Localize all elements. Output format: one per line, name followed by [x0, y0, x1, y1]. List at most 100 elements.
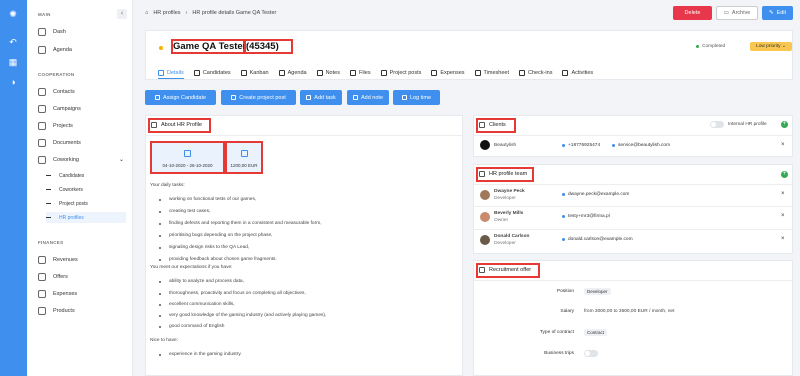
create-project-post-button[interactable]: Create project post	[221, 90, 296, 105]
sidebar-item-label: Projects	[53, 122, 73, 129]
member-role: Developer	[494, 196, 516, 201]
edit-button[interactable]: ✎ Edit	[762, 6, 793, 20]
post-icon	[380, 70, 387, 76]
tab-details[interactable]: Details	[158, 67, 184, 79]
tab-expenses[interactable]: Expenses	[431, 67, 465, 79]
phone-icon	[562, 144, 565, 147]
salary-value: from 3000,00 to 3500,00 EUR / month, net	[584, 309, 675, 314]
member-email[interactable]: testy+mr3@firma.pl	[562, 214, 610, 219]
remove-member-icon[interactable]: ×	[781, 213, 785, 219]
sidebar-item-projects[interactable]: Projects	[38, 120, 124, 131]
sidebar-item-agenda[interactable]: Agenda	[38, 44, 124, 55]
sidebar-subitem-coworkers[interactable]: Coworkers	[46, 184, 126, 195]
add-team-member-icon[interactable]: +	[781, 171, 788, 178]
sidebar-section-finances: FINANCES	[38, 240, 64, 245]
client-email-text: service@beautylish.com	[618, 143, 671, 148]
add-client-icon[interactable]: +	[781, 121, 788, 128]
team-title-label: HR profile team	[489, 171, 528, 177]
sidebar-item-documents[interactable]: Documents	[38, 137, 124, 148]
delete-button[interactable]: Delete	[673, 6, 712, 20]
team-section-title: HR profile team	[479, 171, 527, 177]
list-item-text: providing feedback about chosen game fra…	[169, 257, 277, 262]
tab-check-ins[interactable]: Check-ins	[519, 67, 552, 79]
sidebar-item-campaigns[interactable]: Campaigns	[38, 103, 124, 114]
breadcrumb-root[interactable]: HR profiles	[153, 10, 180, 16]
avatar	[480, 235, 490, 245]
remove-member-icon[interactable]: ×	[781, 191, 785, 197]
email-icon	[562, 215, 565, 218]
sidebar-item-revenues[interactable]: Revenues	[38, 254, 124, 265]
add-note-button[interactable]: Add note	[347, 90, 389, 105]
client-logo	[480, 140, 490, 150]
member-email[interactable]: donald.carlson@example.com	[562, 237, 633, 242]
list-item: finding defects and reporting them in a …	[159, 221, 322, 226]
member-email[interactable]: dwayne.peck@example.com	[562, 192, 629, 197]
chart-icon[interactable]: ◑	[7, 76, 19, 88]
expenses-icon	[38, 289, 46, 298]
log-time-button[interactable]: Log time	[393, 90, 440, 105]
archive-icon: ▭	[723, 10, 729, 16]
archive-button[interactable]: ▭ Archive	[716, 6, 758, 20]
client-name[interactable]: Beautylish	[494, 143, 516, 148]
sidebar-item-label: Expenses	[53, 290, 78, 297]
logo-icon[interactable]: ✺	[7, 8, 19, 20]
tab-candidates[interactable]: Candidates	[193, 67, 231, 79]
tab-notes[interactable]: Notes	[316, 67, 340, 79]
assign-candidate-button[interactable]: Assign Candidate	[145, 90, 216, 105]
remove-client-icon[interactable]: ×	[781, 142, 785, 148]
action-label: Assign Candidate	[162, 94, 207, 101]
sidebar-item-expenses[interactable]: Expenses	[38, 288, 124, 299]
action-label: Add note	[360, 94, 384, 101]
tab-kanban[interactable]: Kanban	[240, 67, 269, 79]
member-email-text: testy+mr3@firma.pl	[568, 214, 610, 219]
list-item-text: good command of English	[169, 324, 225, 329]
home-icon[interactable]: ⌂	[145, 10, 148, 16]
note-icon	[316, 70, 323, 76]
breadcrumb-current: HR profile details Game QA Tester	[192, 10, 277, 16]
sidebar-subitem-project-posts[interactable]: Project posts	[46, 198, 126, 209]
sidebar-section-main: MAIN	[38, 12, 51, 17]
remove-member-icon[interactable]: ×	[781, 236, 785, 242]
sidebar-subitem-candidates[interactable]: Candidates	[46, 170, 126, 181]
priority-dropdown[interactable]: Low priority ⌄	[750, 42, 792, 51]
internal-hr-profile-toggle[interactable]	[710, 121, 724, 128]
sidebar-item-coworking[interactable]: Coworking ⌄	[38, 154, 124, 165]
tab-activities[interactable]: Activities	[562, 67, 593, 79]
member-name[interactable]: Dwayne Peck	[494, 189, 525, 194]
sidebar-item-offers[interactable]: Offers	[38, 271, 124, 282]
tab-project-posts[interactable]: Project posts	[380, 67, 421, 79]
tab-label: Details	[167, 69, 184, 76]
member-name[interactable]: Donald Carlson	[494, 234, 529, 239]
add-task-button[interactable]: Add task	[300, 90, 342, 105]
contacts-icon	[38, 87, 46, 96]
sidebar-item-contacts[interactable]: Contacts	[38, 86, 124, 97]
divider	[474, 184, 792, 185]
sidebar-item-label: Contacts	[53, 88, 75, 95]
sidebar-subitem-label: Candidates	[59, 172, 85, 179]
sidebar-item-dash[interactable]: Dash	[38, 26, 124, 37]
main-content: ⌂ HR profiles › HR profile details Game …	[133, 0, 800, 376]
list-item-text: ability to analyze and process data,	[169, 279, 244, 284]
tab-files[interactable]: Files	[349, 67, 371, 79]
back-icon[interactable]: ↶	[7, 36, 19, 48]
grid-icon[interactable]: ▦	[7, 56, 19, 68]
tab-agenda[interactable]: Agenda	[278, 67, 307, 79]
list-item-text: signaling design risks to the QA Lead,	[169, 245, 250, 250]
clients-card: Clients Internal HR profile + Beautylish…	[473, 115, 793, 157]
checkin-icon	[519, 70, 526, 76]
sidebar-subitem-hr-profiles[interactable]: HR profiles	[46, 212, 126, 223]
about-section-title: About HR Profile	[151, 122, 202, 128]
list-item: signaling design risks to the QA Lead,	[159, 245, 249, 250]
sidebar-item-label: Documents	[53, 139, 81, 146]
client-email[interactable]: service@beautylish.com	[612, 143, 670, 148]
member-name[interactable]: Beverly Mills	[494, 211, 523, 216]
campaigns-icon	[38, 104, 46, 113]
collapse-sidebar-button[interactable]: ‹	[117, 9, 127, 19]
business-trips-toggle[interactable]	[584, 350, 598, 357]
list-item-text: working on functional tests of our games…	[169, 197, 257, 202]
sidebar-item-products[interactable]: Products	[38, 305, 124, 316]
tab-timesheet[interactable]: Timesheet	[474, 67, 509, 79]
member-email-text: dwayne.peck@example.com	[568, 192, 630, 197]
client-phone[interactable]: +18776925474	[562, 143, 600, 148]
revenues-icon	[38, 255, 46, 264]
